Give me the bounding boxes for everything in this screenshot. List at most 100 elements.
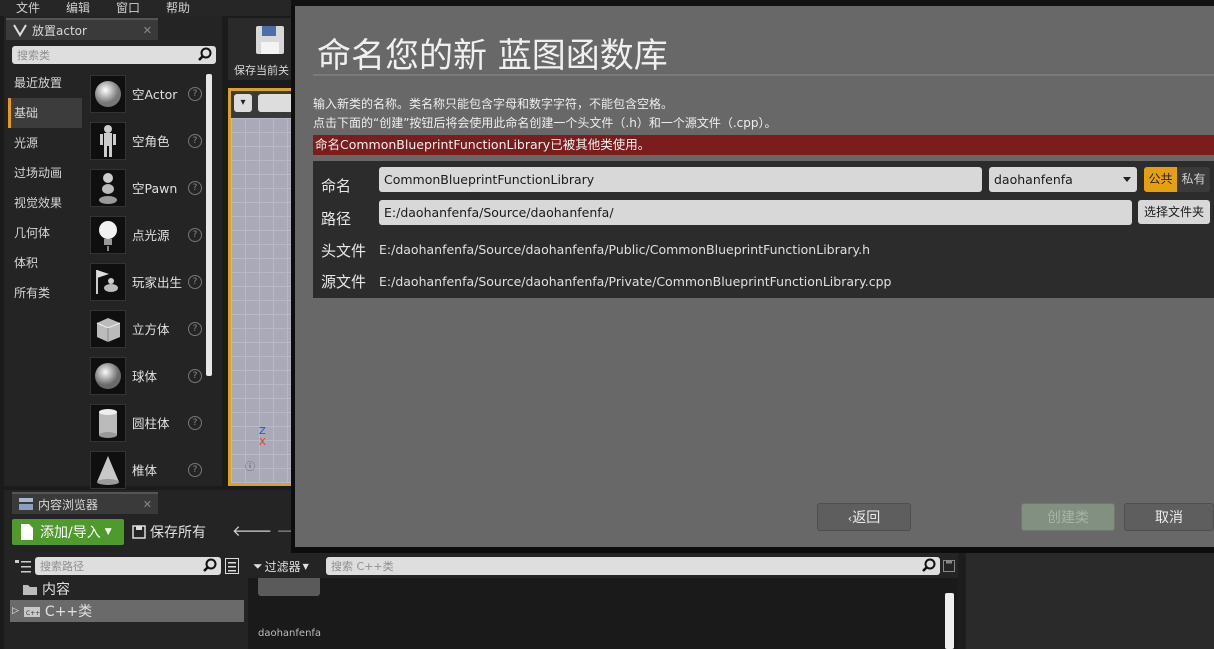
private-toggle[interactable]: 私有 — [1177, 167, 1210, 192]
category-basic[interactable]: 基础 — [8, 98, 82, 128]
tree-toggle-icon[interactable] — [14, 558, 32, 574]
list-item[interactable]: 圆柱体 ? — [84, 399, 204, 446]
description-line-1: 输入新类的名称。类名称只能包含字母和数字字符，不能包含空格。 — [313, 97, 674, 111]
category-recent[interactable]: 最近放置 — [8, 68, 82, 98]
asset-view[interactable] — [248, 578, 958, 649]
menu-edit[interactable]: 编辑 — [53, 0, 103, 16]
character-icon — [90, 121, 126, 160]
chevron-down-icon — [1123, 177, 1131, 182]
empty-actor-icon — [90, 74, 126, 113]
choose-folder-button[interactable]: 选择文件夹 — [1138, 200, 1210, 224]
save-current-button[interactable]: 保存当前关 — [228, 18, 294, 80]
list-item[interactable]: 玩家出生 ? — [84, 258, 204, 305]
search-icon[interactable] — [921, 558, 937, 574]
back-button[interactable]: ‹返回 — [817, 503, 911, 531]
search-icon[interactable] — [197, 47, 213, 63]
place-actors-icon — [13, 24, 27, 37]
info-icon[interactable]: ⓘ — [245, 458, 255, 473]
add-import-button[interactable]: 添加/导入 ▼ — [12, 519, 124, 545]
menu-file[interactable]: 文件 — [0, 0, 53, 16]
back-arrow-icon[interactable]: 🡐 — [232, 522, 276, 540]
save-search-icon[interactable] — [943, 560, 955, 572]
help-icon[interactable]: ? — [188, 274, 202, 289]
item-label: 空角色 — [132, 134, 170, 149]
expand-icon[interactable]: ▷ — [12, 606, 19, 616]
category-cinematic[interactable]: 过场动画 — [8, 158, 82, 188]
asset-label: daohanfenfa — [258, 628, 322, 639]
level-viewport[interactable]: Z X ⓘ — [228, 118, 294, 486]
path-input[interactable]: E:/daohanfenfa/Source/daohanfenfa/ — [379, 200, 1132, 225]
list-item[interactable]: 空Actor ? — [84, 70, 204, 117]
category-lights[interactable]: 光源 — [8, 128, 82, 158]
new-class-dialog: 命名您的新 蓝图函数库 输入新类的名称。类名称只能包含字母和数字字符，不能包含空… — [291, 0, 1214, 553]
pawn-icon — [90, 168, 126, 207]
public-toggle[interactable]: 公共 — [1144, 167, 1177, 192]
help-icon[interactable]: ? — [188, 321, 202, 336]
category-volumes[interactable]: 体积 — [8, 248, 82, 278]
axis-x-label: X — [259, 437, 266, 448]
help-icon[interactable]: ? — [188, 133, 202, 148]
cpp-folder-icon: C++ — [23, 606, 40, 617]
help-icon[interactable]: ? — [188, 415, 202, 430]
item-label: 圆柱体 — [132, 416, 170, 431]
viewport-options-button[interactable]: ▾ — [234, 94, 252, 112]
filter-button[interactable]: ⏷ 过滤器 ▼ — [253, 557, 309, 575]
category-all-classes[interactable]: 所有类 — [8, 278, 82, 308]
help-icon[interactable]: ? — [188, 227, 202, 242]
save-all-button[interactable]: 保存所有 — [132, 521, 206, 543]
axis-z-label: Z — [259, 426, 266, 437]
category-visual-effects[interactable]: 视觉效果 — [8, 188, 82, 218]
tree-item-content[interactable]: 内容 — [10, 578, 244, 600]
list-item[interactable]: 空角色 ? — [84, 117, 204, 164]
list-item[interactable]: 球体 ? — [84, 352, 204, 399]
help-icon[interactable]: ? — [188, 462, 202, 477]
source-file-path: E:/daohanfenfa/Source/daohanfenfa/Privat… — [379, 274, 892, 289]
content-browser-icon — [19, 498, 33, 510]
category-list: 最近放置 基础 光源 过场动画 视觉效果 几何体 体积 所有类 — [8, 68, 82, 308]
close-icon[interactable]: ✕ — [143, 24, 152, 37]
search-icon[interactable] — [202, 558, 218, 574]
class-search-input[interactable]: 搜索类 — [12, 46, 216, 64]
tree-item-cpp-classes[interactable]: ▷ C++ C++类 — [10, 600, 244, 622]
asset-view-scrollbar[interactable] — [945, 593, 954, 649]
help-icon[interactable]: ? — [188, 180, 202, 195]
item-label: 球体 — [132, 369, 158, 384]
help-icon[interactable]: ? — [188, 368, 202, 383]
folder-tree: 内容 ▷ C++ C++类 — [10, 578, 244, 622]
tab-place-actors[interactable]: 放置actor ✕ — [6, 18, 158, 40]
menu-bar: 文件 编辑 窗口 帮助 — [0, 0, 300, 16]
help-icon[interactable]: ? — [188, 86, 202, 101]
list-item[interactable]: 空Pawn ? — [84, 164, 204, 211]
cube-icon — [90, 309, 126, 348]
dialog-heading: 命名您的新 蓝图函数库 — [317, 36, 668, 76]
filter-label: 过滤器 — [264, 559, 301, 574]
tab-content-browser[interactable]: 内容浏览器 ✕ — [12, 492, 158, 514]
folder-icon — [23, 584, 37, 595]
class-name-input[interactable]: CommonBlueprintFunctionLibrary — [379, 167, 982, 192]
create-class-button[interactable]: 创建类 — [1021, 503, 1115, 531]
category-geometry[interactable]: 几何体 — [8, 218, 82, 248]
menu-help[interactable]: 帮助 — [153, 0, 203, 16]
tab-label: 内容浏览器 — [38, 497, 99, 512]
actor-list-scrollbar[interactable] — [206, 74, 212, 376]
viewport-toolbar: ▾ — [228, 88, 294, 118]
search-placeholder: 搜索路径 — [40, 560, 84, 573]
list-view-icon[interactable] — [225, 558, 239, 574]
back-label: 返回 — [852, 510, 881, 526]
chevron-down-icon: ▼ — [302, 561, 309, 571]
search-placeholder: 搜索类 — [17, 49, 50, 62]
cpp-class-search-input[interactable]: 搜索 C++类 — [326, 557, 940, 575]
module-select[interactable]: daohanfenfa (Runtime) — [989, 167, 1137, 212]
item-label: 椎体 — [132, 463, 158, 478]
menu-window[interactable]: 窗口 — [103, 0, 153, 16]
cancel-button[interactable]: 取消 — [1124, 503, 1214, 531]
perspective-button[interactable] — [258, 94, 294, 112]
sphere-icon — [90, 356, 126, 395]
list-item[interactable]: 点光源 ? — [84, 211, 204, 258]
add-import-label: 添加/导入 — [40, 525, 101, 541]
asset-tile[interactable] — [258, 578, 320, 596]
list-item[interactable]: 椎体 ? — [84, 446, 204, 493]
list-item[interactable]: 立方体 ? — [84, 305, 204, 352]
close-icon[interactable]: ✕ — [143, 498, 152, 511]
path-search-input[interactable]: 搜索路径 — [35, 557, 221, 575]
